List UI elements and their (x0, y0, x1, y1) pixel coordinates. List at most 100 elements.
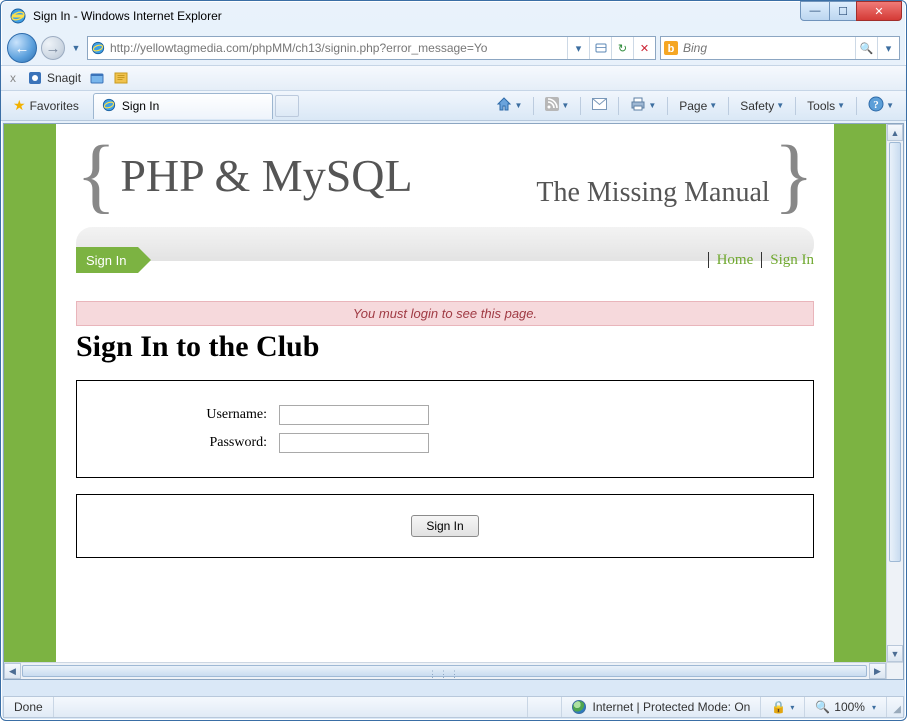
safety-menu[interactable]: Safety▼ (736, 97, 788, 115)
tab-signin[interactable]: Sign In (93, 93, 273, 119)
help-button[interactable]: ? ▼ (864, 94, 898, 117)
help-icon: ? (868, 96, 884, 115)
star-icon: ★ (13, 97, 26, 114)
scroll-corner (886, 663, 903, 679)
refresh-button[interactable]: ↻ (611, 37, 633, 59)
titlebar: Sign In - Windows Internet Explorer — ☐ … (1, 1, 906, 31)
snagit-capture-icon[interactable] (89, 70, 105, 86)
snagit-icon (27, 70, 43, 86)
page-bg-left (4, 124, 56, 662)
snagit-editor-icon[interactable] (113, 70, 129, 86)
favorites-label: Favorites (30, 99, 79, 113)
read-mail-button[interactable] (588, 96, 611, 115)
horizontal-scrollbar[interactable]: ◀ ⋮⋮⋮ ▶ (4, 662, 903, 679)
content-viewport: { PHP & MySQL The Missing Manual } Sign … (3, 123, 904, 680)
password-input[interactable] (279, 433, 429, 453)
rss-icon (545, 97, 559, 114)
window-controls: — ☐ ✕ (801, 1, 902, 21)
separator (728, 97, 729, 115)
tab-row: ★ Favorites Sign In ▼ ▼ (1, 91, 906, 121)
address-bar: ▾ ↻ ✕ (87, 36, 656, 60)
print-button[interactable]: ▼ (626, 95, 660, 116)
mail-icon (592, 98, 607, 113)
error-message: You must login to see this page. (76, 301, 814, 326)
nav-divider (708, 252, 709, 268)
page-icon (88, 41, 108, 55)
username-input[interactable] (279, 405, 429, 425)
signin-button[interactable]: Sign In (411, 515, 478, 537)
forward-button[interactable]: → (41, 36, 65, 60)
home-button[interactable]: ▼ (492, 94, 526, 117)
password-label: Password: (97, 435, 267, 451)
zoom-icon: 🔍 (815, 700, 830, 714)
protected-mode-icon[interactable]: 🔒▾ (761, 697, 805, 717)
feeds-button[interactable]: ▼ (541, 95, 573, 116)
ie-icon (9, 7, 27, 25)
scroll-right-button[interactable]: ▶ (869, 663, 886, 679)
site-logo: { PHP & MySQL (76, 142, 413, 209)
separator (856, 97, 857, 115)
address-dropdown[interactable]: ▾ (567, 37, 589, 59)
breadcrumb: Sign In (76, 247, 138, 273)
zoom-dropdown-icon: ▾ (872, 703, 876, 712)
snagit-toolbar: x Snagit (1, 65, 906, 91)
browser-window: Sign In - Windows Internet Explorer — ☐ … (0, 0, 907, 721)
zoom-level: 100% (834, 700, 865, 714)
snagit-button[interactable]: Snagit (27, 70, 81, 86)
bing-icon: b (661, 41, 681, 55)
resize-grip[interactable]: ◢ (887, 697, 903, 717)
search-dropdown[interactable]: ▾ (877, 37, 899, 59)
maximize-button[interactable]: ☐ (829, 1, 857, 21)
separator (533, 97, 534, 115)
svg-text:?: ? (873, 99, 879, 111)
security-zone[interactable]: Internet | Protected Mode: On (562, 697, 761, 717)
nav-link-home[interactable]: Home (717, 252, 754, 269)
window-title: Sign In - Windows Internet Explorer (33, 9, 222, 23)
new-tab-button[interactable] (275, 95, 299, 117)
tab-title: Sign In (122, 99, 159, 113)
page-menu[interactable]: Page▼ (675, 97, 721, 115)
signin-form: Username: Password: (76, 380, 814, 478)
command-bar: ▼ ▼ ▼ Page▼ Safety▼ (492, 94, 902, 117)
tools-menu[interactable]: Tools▼ (803, 97, 849, 115)
status-popup-blocker[interactable] (528, 697, 562, 717)
address-input[interactable] (108, 41, 567, 55)
snagit-label: Snagit (47, 71, 81, 85)
scroll-up-button[interactable]: ▲ (887, 124, 903, 141)
navigation-row: ← → ▼ ▾ ↻ ✕ b 🔍 ▾ (1, 31, 906, 65)
submit-box: Sign In (76, 494, 814, 558)
search-bar: b 🔍 ▾ (660, 36, 900, 60)
lock-icon: 🔒 (771, 700, 786, 714)
site-title: PHP & MySQL (120, 149, 412, 202)
search-input[interactable] (681, 40, 855, 56)
status-spacer (54, 697, 529, 717)
breadcrumb-label: Sign In (86, 253, 126, 268)
vscroll-thumb[interactable] (889, 142, 901, 562)
grip-icon: ⋮⋮⋮ (428, 669, 461, 680)
hscroll-thumb[interactable]: ⋮⋮⋮ (22, 665, 867, 677)
favorites-button[interactable]: ★ Favorites (5, 94, 87, 117)
nav-row: Sign In Home Sign In (76, 247, 814, 273)
site-subtitle-wrap: The Missing Manual } (536, 142, 814, 209)
close-toolbar-button[interactable]: x (7, 71, 19, 85)
vertical-scrollbar[interactable]: ▲ ▼ (886, 124, 903, 662)
compat-view-button[interactable] (589, 37, 611, 59)
separator (795, 97, 796, 115)
page-content: { PHP & MySQL The Missing Manual } Sign … (56, 124, 834, 598)
scroll-down-button[interactable]: ▼ (887, 645, 903, 662)
search-go-button[interactable]: 🔍 (855, 37, 877, 59)
zoom-control[interactable]: 🔍 100% ▾ (805, 697, 887, 717)
status-bar: Done Internet | Protected Mode: On 🔒▾ 🔍 … (3, 696, 904, 718)
status-text: Done (4, 697, 54, 717)
close-button[interactable]: ✕ (856, 1, 902, 21)
stop-button[interactable]: ✕ (633, 37, 655, 59)
home-icon (496, 96, 512, 115)
nav-history-dropdown[interactable]: ▼ (69, 38, 83, 58)
printer-icon (630, 97, 646, 114)
back-button[interactable]: ← (7, 33, 37, 63)
page-scroll: { PHP & MySQL The Missing Manual } Sign … (4, 124, 886, 662)
minimize-button[interactable]: — (800, 1, 830, 21)
globe-icon (572, 700, 586, 714)
scroll-left-button[interactable]: ◀ (4, 663, 21, 679)
nav-link-signin[interactable]: Sign In (770, 252, 814, 269)
